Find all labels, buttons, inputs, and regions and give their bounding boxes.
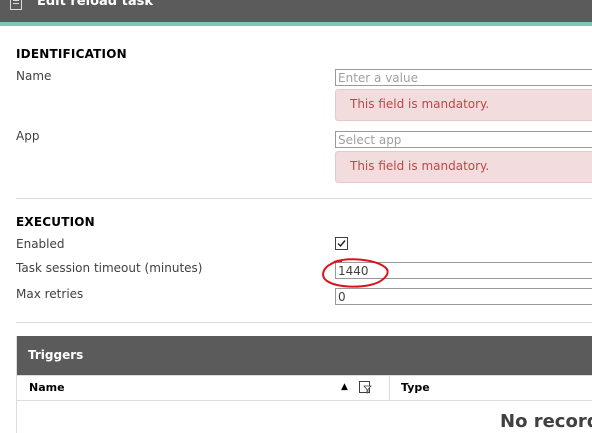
app-select[interactable] [335,131,592,148]
triggers-table-header: Name ▲ Type [17,375,592,401]
name-error-text: This field is mandatory. [350,97,490,111]
name-label: Name [16,69,52,83]
empty-state-message: No records [500,411,592,432]
triggers-header: Triggers [17,336,592,375]
triggers-panel: Triggers Name ▲ Type No records [16,336,592,433]
column-header-name[interactable]: Name [29,381,65,394]
triggers-title: Triggers [28,348,84,362]
max-retries-input[interactable] [335,288,592,305]
window-title-bar: Edit reload task [0,0,592,26]
filter-icon[interactable] [359,381,372,394]
name-error-message: This field is mandatory. [335,89,592,121]
execution-heading: EXECUTION [16,215,95,229]
column-header-type[interactable]: Type [401,381,430,394]
section-divider [16,322,592,323]
window-title: Edit reload task [37,0,153,9]
identification-heading: IDENTIFICATION [16,47,127,61]
section-divider [16,198,592,199]
name-input[interactable] [335,69,592,86]
timeout-label: Task session timeout (minutes) [16,261,203,275]
enabled-label: Enabled [16,237,65,251]
enabled-checkbox[interactable] [335,237,348,250]
app-label: App [16,129,40,143]
app-error-message: This field is mandatory. [335,151,592,183]
app-error-text: This field is mandatory. [350,159,490,173]
sort-ascending-icon[interactable]: ▲ [341,382,348,392]
document-icon [10,0,22,10]
checkmark-icon [337,240,346,248]
timeout-input[interactable] [335,262,592,279]
column-separator [389,376,390,400]
max-retries-label: Max retries [16,287,84,301]
